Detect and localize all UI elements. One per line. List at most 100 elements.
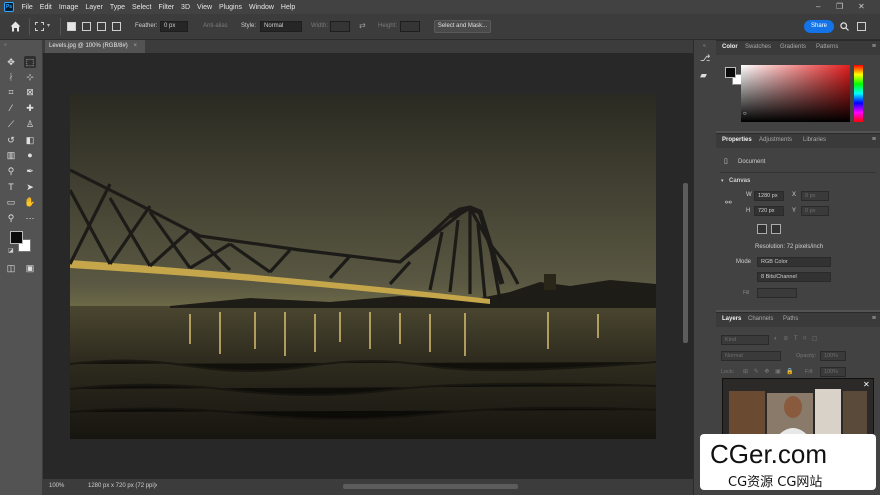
history-brush-tool-icon[interactable]: ↺ bbox=[5, 134, 17, 146]
subtract-selection-icon[interactable] bbox=[97, 22, 106, 31]
document-image[interactable] bbox=[70, 94, 656, 439]
default-colors-icon[interactable]: ◪ bbox=[8, 247, 14, 254]
tab-layers[interactable]: Layers bbox=[722, 316, 741, 322]
canvas-y-field[interactable]: 0 px bbox=[801, 206, 829, 216]
blend-mode-select[interactable]: Normal bbox=[721, 351, 781, 361]
share-button[interactable]: Share bbox=[804, 20, 834, 33]
layer-kind-filter[interactable]: Kind bbox=[721, 335, 769, 345]
close-overlay-icon[interactable]: ✕ bbox=[863, 380, 870, 389]
antialias-checkbox[interactable]: Anti-alias bbox=[203, 23, 228, 29]
lock-icons[interactable]: ⊞ ✎ ✥ ▣ 🔒 bbox=[743, 368, 796, 375]
bit-depth-select[interactable]: 8 Bits/Channel bbox=[757, 272, 831, 282]
healing-brush-tool-icon[interactable]: ✚ bbox=[24, 102, 36, 114]
tab-adjustments[interactable]: Adjustments bbox=[759, 137, 792, 143]
canvas-x-field[interactable]: 0 px bbox=[801, 191, 829, 201]
canvas-width-field[interactable]: 1280 px bbox=[754, 191, 784, 201]
pen-tool-icon[interactable]: ✒ bbox=[24, 165, 36, 177]
swap-icon[interactable]: ⇄ bbox=[359, 21, 366, 30]
comments-panel-icon[interactable]: ▰ bbox=[700, 70, 707, 81]
object-selection-tool-icon[interactable]: ⊹ bbox=[24, 71, 36, 83]
eyedropper-tool-icon[interactable]: ⁄ bbox=[5, 102, 17, 114]
landscape-orientation-icon[interactable] bbox=[771, 224, 781, 234]
zoom-level[interactable]: 100% bbox=[49, 483, 64, 489]
menu-plugins[interactable]: Plugins bbox=[216, 4, 246, 11]
workspace-icon[interactable] bbox=[857, 22, 866, 31]
more-tools-icon[interactable]: ⋯ bbox=[24, 212, 36, 224]
link-icon[interactable]: ⚯ bbox=[725, 198, 732, 207]
tab-paths[interactable]: Paths bbox=[783, 316, 798, 322]
tab-swatches[interactable]: Swatches bbox=[745, 44, 771, 50]
color-field[interactable] bbox=[741, 65, 850, 122]
brush-tool-icon[interactable]: ⟋ bbox=[5, 118, 17, 130]
portrait-orientation-icon[interactable] bbox=[757, 224, 767, 234]
move-tool-icon[interactable]: ✥ bbox=[5, 56, 17, 68]
width-input[interactable] bbox=[330, 21, 350, 32]
home-icon[interactable] bbox=[9, 20, 22, 33]
tab-properties[interactable]: Properties bbox=[722, 137, 752, 143]
vertical-scrollbar[interactable] bbox=[683, 183, 688, 343]
frame-tool-icon[interactable]: ⊠ bbox=[24, 86, 36, 98]
panel-menu-icon[interactable]: ≡ bbox=[872, 315, 876, 322]
select-and-mask-button[interactable]: Select and Mask... bbox=[434, 20, 491, 33]
gradient-tool-icon[interactable]: ▥ bbox=[5, 149, 17, 161]
close-window-icon[interactable]: ✕ bbox=[858, 2, 865, 11]
blur-tool-icon[interactable]: ● bbox=[24, 149, 36, 161]
minimize-icon[interactable]: – bbox=[816, 2, 820, 11]
menu-help[interactable]: Help bbox=[277, 4, 298, 11]
foreground-color-chip[interactable] bbox=[725, 67, 736, 78]
intersect-selection-icon[interactable] bbox=[112, 22, 121, 31]
tab-color[interactable]: Color bbox=[722, 44, 738, 50]
zoom-tool-icon[interactable]: ⚲ bbox=[5, 212, 17, 224]
dodge-tool-icon[interactable]: ⚲ bbox=[5, 165, 17, 177]
document-tab[interactable]: Levels.jpg @ 100% (RGB/8#) × bbox=[45, 40, 145, 53]
tab-channels[interactable]: Channels bbox=[748, 316, 773, 322]
panel-menu-icon[interactable]: ≡ bbox=[872, 43, 876, 50]
mode-select[interactable]: RGB Color bbox=[757, 257, 831, 267]
lasso-tool-icon[interactable]: ᛅ bbox=[5, 71, 17, 83]
menu-select[interactable]: Select bbox=[129, 4, 155, 11]
type-tool-icon[interactable]: T bbox=[5, 181, 17, 193]
new-selection-icon[interactable] bbox=[67, 22, 76, 31]
height-input[interactable] bbox=[400, 21, 420, 32]
canvas-height-field[interactable]: 720 px bbox=[754, 206, 784, 216]
hue-slider[interactable] bbox=[854, 65, 863, 122]
layer-filter-icons[interactable]: ◐ ⊘ T ⌑ ▢ bbox=[774, 335, 820, 342]
menu-3d[interactable]: 3D bbox=[178, 4, 194, 11]
eraser-tool-icon[interactable]: ◧ bbox=[24, 134, 36, 146]
menu-layer[interactable]: Layer bbox=[82, 4, 107, 11]
menu-filter[interactable]: Filter bbox=[155, 4, 178, 11]
chevron-down-icon[interactable]: ▾ bbox=[721, 178, 724, 184]
menu-edit[interactable]: Edit bbox=[36, 4, 55, 11]
hand-tool-icon[interactable]: ✋ bbox=[24, 196, 36, 208]
close-tab-icon[interactable]: × bbox=[133, 43, 137, 49]
rectangular-marquee-tool-icon[interactable]: ⬚ bbox=[24, 56, 36, 68]
fill-field[interactable]: 100% bbox=[820, 367, 846, 377]
panel-menu-icon[interactable]: ≡ bbox=[872, 136, 876, 143]
quick-mask-icon[interactable]: ◫ bbox=[5, 262, 17, 274]
search-icon[interactable] bbox=[840, 22, 849, 31]
crop-tool-icon[interactable]: ⌗ bbox=[5, 86, 17, 98]
rectangle-tool-icon[interactable]: ▭ bbox=[5, 196, 17, 208]
tab-libraries[interactable]: Libraries bbox=[803, 137, 826, 143]
collapse-icon[interactable]: « bbox=[703, 43, 706, 49]
collapse-icon[interactable]: » bbox=[4, 42, 7, 48]
horizontal-scrollbar[interactable] bbox=[343, 484, 518, 489]
menu-window[interactable]: Window bbox=[246, 4, 278, 11]
photoshop-logo-icon[interactable]: Ps bbox=[4, 2, 14, 12]
menu-image[interactable]: Image bbox=[55, 4, 81, 11]
path-selection-tool-icon[interactable]: ➤ bbox=[24, 181, 36, 193]
menu-file[interactable]: File bbox=[18, 4, 36, 11]
menu-type[interactable]: Type bbox=[106, 4, 128, 11]
add-selection-icon[interactable] bbox=[82, 22, 91, 31]
chevron-down-icon[interactable]: ▾ bbox=[47, 22, 50, 29]
opacity-field[interactable]: 100% bbox=[820, 351, 846, 361]
status-arrow-icon[interactable]: › bbox=[155, 482, 157, 489]
style-select[interactable]: Normal bbox=[260, 21, 302, 32]
foreground-color-swatch[interactable] bbox=[10, 231, 23, 244]
marquee-preset-icon[interactable] bbox=[35, 22, 44, 31]
tab-gradients[interactable]: Gradients bbox=[780, 44, 806, 50]
history-panel-icon[interactable]: ⎇ bbox=[700, 53, 710, 64]
screen-mode-icon[interactable]: ▣ bbox=[24, 262, 36, 274]
tab-patterns[interactable]: Patterns bbox=[816, 44, 838, 50]
document-info[interactable]: 1280 px x 720 px (72 ppi) bbox=[88, 483, 156, 489]
